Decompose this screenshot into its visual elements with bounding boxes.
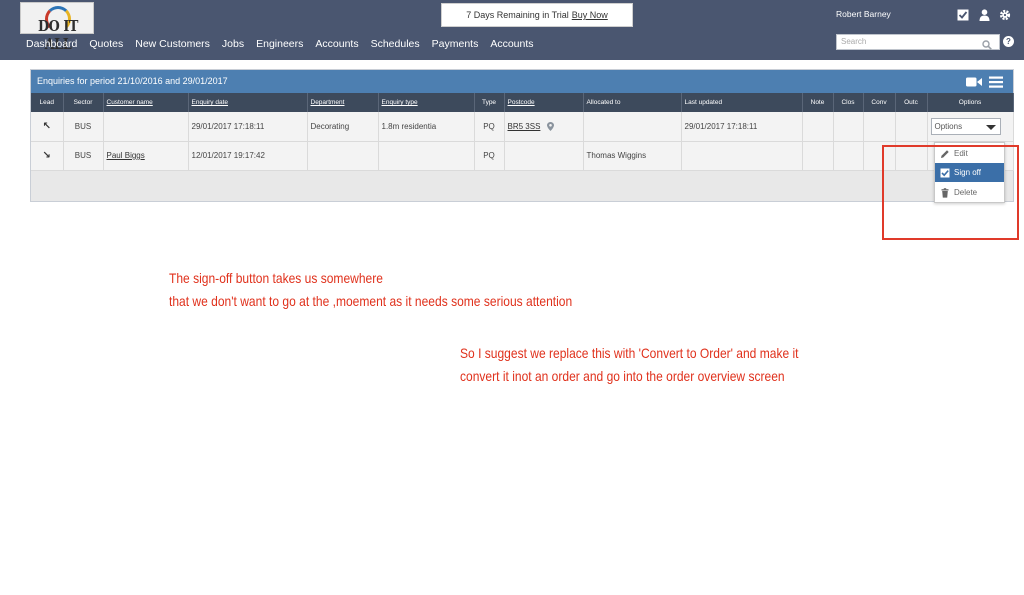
type-cell: PQ [474, 112, 505, 142]
col-note: Note [802, 93, 834, 112]
col-last-updated: Last updated [681, 93, 803, 112]
col-postcode-label: Postcode [507, 99, 535, 106]
customer-cell: Paul Biggs [103, 141, 189, 171]
annotation-note-1-line-1: The sign-off button takes us somewhere [169, 270, 383, 286]
postcode-cell: BR5 3SS [504, 112, 584, 142]
type-cell: PQ [474, 141, 505, 171]
conv-cell [863, 112, 896, 142]
department-cell [307, 141, 379, 171]
col-allocated-to: Allocated to [583, 93, 682, 112]
last-updated-cell [681, 141, 803, 171]
col-options: Options [927, 93, 1014, 112]
col-sector: Sector [63, 93, 104, 112]
col-enquiry-type[interactable]: Enquiry type [378, 93, 475, 112]
panel-header: Enquiries for period 21/10/2016 and 29/0… [31, 70, 1013, 93]
tasks-check-icon[interactable] [957, 9, 969, 21]
col-department-label: Department [310, 99, 345, 106]
top-header: DO IT ALL 7 Days Remaining in Trial Buy … [0, 0, 1024, 60]
options-label: Options [934, 121, 963, 131]
panel-title: Enquiries for period 21/10/2016 and 29/0… [37, 76, 228, 86]
clos-cell [833, 141, 864, 171]
user-profile-icon[interactable] [978, 9, 990, 21]
app-logo[interactable]: DO IT ALL [20, 2, 94, 53]
col-customer-name-label: Customer name [106, 99, 153, 106]
table-row[interactable]: ↘ BUS Paul Biggs 12/01/2017 19:17:42 PQ … [31, 141, 1014, 171]
buy-now-link[interactable]: Buy Now [572, 10, 608, 20]
col-clos: Clos [833, 93, 864, 112]
search-input[interactable]: Search [836, 34, 1000, 50]
trial-banner: 7 Days Remaining in Trial Buy Now [441, 3, 633, 27]
annotation-note-2-line-2: convert it inot an order and go into the… [460, 368, 785, 384]
col-postcode[interactable]: Postcode [504, 93, 584, 112]
col-enquiry-date[interactable]: Enquiry date [188, 93, 308, 112]
outc-cell [895, 112, 928, 142]
nav-new-customers[interactable]: New Customers [135, 38, 210, 50]
nav-quotes[interactable]: Quotes [89, 38, 123, 50]
col-customer-name[interactable]: Customer name [103, 93, 189, 112]
nav-schedules[interactable]: Schedules [371, 38, 420, 50]
clos-cell [833, 112, 864, 142]
lead-cell: ↖ [31, 112, 64, 142]
enquiries-panel: Enquiries for period 21/10/2016 and 29/0… [30, 69, 1014, 202]
col-enquiry-date-label: Enquiry date [191, 99, 229, 106]
nav-jobs[interactable]: Jobs [222, 38, 244, 50]
allocated-cell: Thomas Wiggins [583, 141, 682, 171]
col-outc: Outc [895, 93, 928, 112]
nav-dashboard[interactable]: Dashboard [26, 38, 77, 50]
allocated-cell [583, 112, 682, 142]
options-cell: Options [927, 112, 1014, 142]
annotation-note-1-line-2: that we don't want to go at the ,moement… [169, 293, 573, 309]
lead-arrow-up-left-icon: ↖ [42, 120, 51, 132]
customer-cell [103, 112, 189, 142]
user-name[interactable]: Robert Barney [836, 9, 891, 19]
note-cell [802, 112, 834, 142]
col-type: Type [474, 93, 505, 112]
customer-link[interactable]: Paul Biggs [107, 151, 145, 160]
search-icon[interactable] [982, 37, 992, 50]
note-cell [802, 141, 834, 171]
enquiry-date-cell: 29/01/2017 17:18:11 [188, 112, 308, 142]
enquiries-table: Lead Sector Customer name Enquiry date D… [31, 93, 1014, 171]
nav-accounts-2[interactable]: Accounts [490, 38, 533, 50]
highlight-box [882, 145, 1019, 240]
table-row[interactable]: ↖ BUS 29/01/2017 17:18:11 Decorating 1.8… [31, 112, 1014, 142]
nav-payments[interactable]: Payments [432, 38, 479, 50]
department-cell: Decorating [307, 112, 379, 142]
sector-cell: BUS [63, 141, 104, 171]
col-conv: Conv [863, 93, 896, 112]
enquiry-type-cell: 1.8m residentia [378, 112, 475, 142]
sector-cell: BUS [63, 112, 104, 142]
lead-arrow-down-right-icon: ↘ [42, 150, 51, 161]
enquiry-type-cell [378, 141, 475, 171]
postcode-link[interactable]: BR5 3SS [508, 122, 541, 131]
map-pin-icon[interactable] [546, 121, 554, 131]
col-lead: Lead [31, 93, 64, 112]
main-nav: Dashboard Quotes New Customers Jobs Engi… [26, 38, 534, 50]
nav-engineers[interactable]: Engineers [256, 38, 303, 50]
video-camera-icon[interactable] [966, 75, 982, 87]
options-dropdown[interactable]: Options [930, 117, 1001, 135]
trial-text: 7 Days Remaining in Trial [466, 10, 569, 20]
lead-cell: ↘ [31, 141, 64, 171]
postcode-cell [504, 141, 584, 171]
help-icon[interactable]: ? [1003, 36, 1014, 47]
table-header-row: Lead Sector Customer name Enquiry date D… [31, 93, 1014, 112]
caret-down-icon [985, 124, 996, 130]
col-enquiry-type-label: Enquiry type [381, 99, 418, 106]
settings-gear-icon[interactable] [999, 9, 1011, 21]
enquiry-date-cell: 12/01/2017 19:17:42 [188, 141, 308, 171]
last-updated-cell: 29/01/2017 17:18:11 [681, 112, 803, 142]
annotation-note-2-line-1: So I suggest we replace this with 'Conve… [460, 345, 799, 361]
col-department[interactable]: Department [307, 93, 379, 112]
nav-accounts[interactable]: Accounts [315, 38, 358, 50]
hamburger-menu-icon[interactable] [989, 75, 1003, 88]
